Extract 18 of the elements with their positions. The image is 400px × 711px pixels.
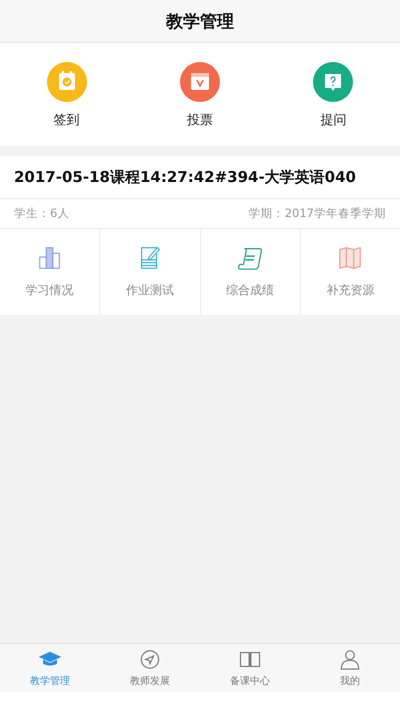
question-bubble-icon[interactable]: [313, 62, 354, 102]
term-label: 学期：2017学年春季学期: [248, 206, 386, 221]
action-label[interactable]: 提问: [320, 111, 346, 129]
student-count: 学生：6人: [14, 206, 70, 221]
header-title: 教学管理: [166, 10, 234, 32]
action-label[interactable]: 签到: [54, 111, 80, 129]
tool-label[interactable]: 学习情况: [26, 282, 74, 299]
tab-item[interactable]: 教学管理: [0, 644, 100, 692]
tab-item[interactable]: 我的: [300, 644, 400, 692]
tool-label[interactable]: 补充资源: [326, 282, 374, 299]
calendar-check-icon[interactable]: [46, 62, 87, 102]
tool-label[interactable]: 综合成绩: [226, 282, 274, 299]
tab-item[interactable]: 教师发展: [100, 644, 200, 692]
action-label[interactable]: 投票: [186, 111, 213, 129]
tool-label[interactable]: 作业测试: [126, 282, 174, 299]
course-title: 2017-05-18课程14:27:42#394-大学英语040: [0, 156, 400, 199]
tab-item[interactable]: 备课中心: [200, 644, 300, 692]
calendar-icon[interactable]: [180, 62, 220, 102]
